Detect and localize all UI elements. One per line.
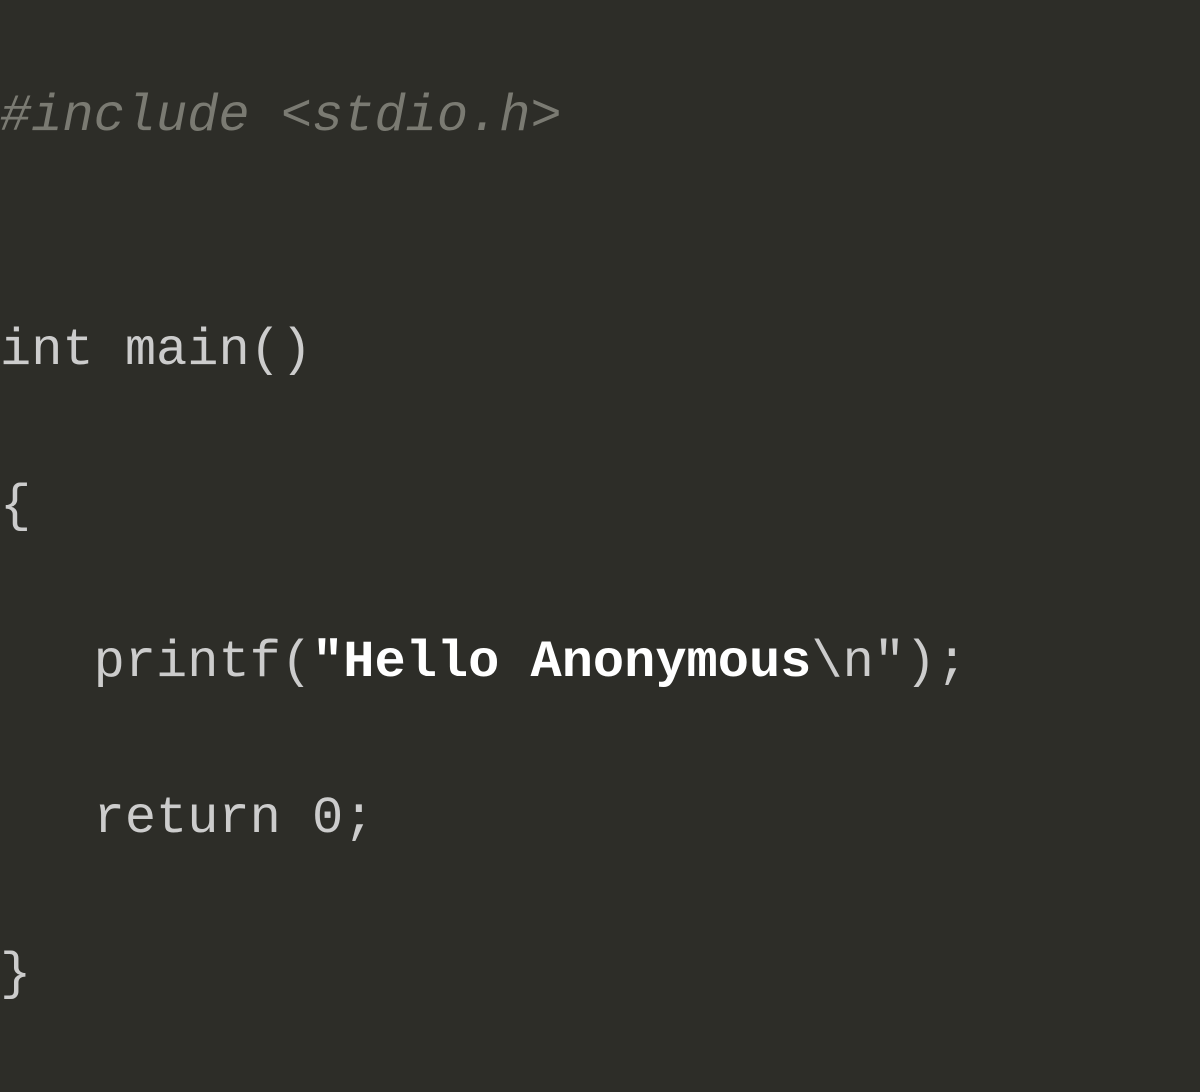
preprocessor-include: #include <stdio.h> xyxy=(0,87,562,146)
return-statement: return 0; xyxy=(94,789,375,848)
function-name: main() xyxy=(94,321,312,380)
printf-call-close: ); xyxy=(905,633,967,692)
printf-call-open: printf( xyxy=(94,633,312,692)
type-keyword: int xyxy=(0,321,94,380)
code-line-3: int main() xyxy=(0,312,1200,390)
code-line-1: #include <stdio.h> xyxy=(0,78,1200,156)
code-line-7: } xyxy=(0,936,1200,1014)
code-line-4: { xyxy=(0,468,1200,546)
string-escape: \n xyxy=(811,633,873,692)
string-literal: Hello Anonymous xyxy=(343,633,811,692)
code-line-6: return 0; xyxy=(0,780,1200,858)
code-editor[interactable]: #include <stdio.h> int main() { printf("… xyxy=(0,0,1200,1092)
string-quote-close: " xyxy=(874,633,905,692)
code-line-5: printf("Hello Anonymous\n"); xyxy=(0,624,1200,702)
string-quote-open: " xyxy=(312,633,343,692)
